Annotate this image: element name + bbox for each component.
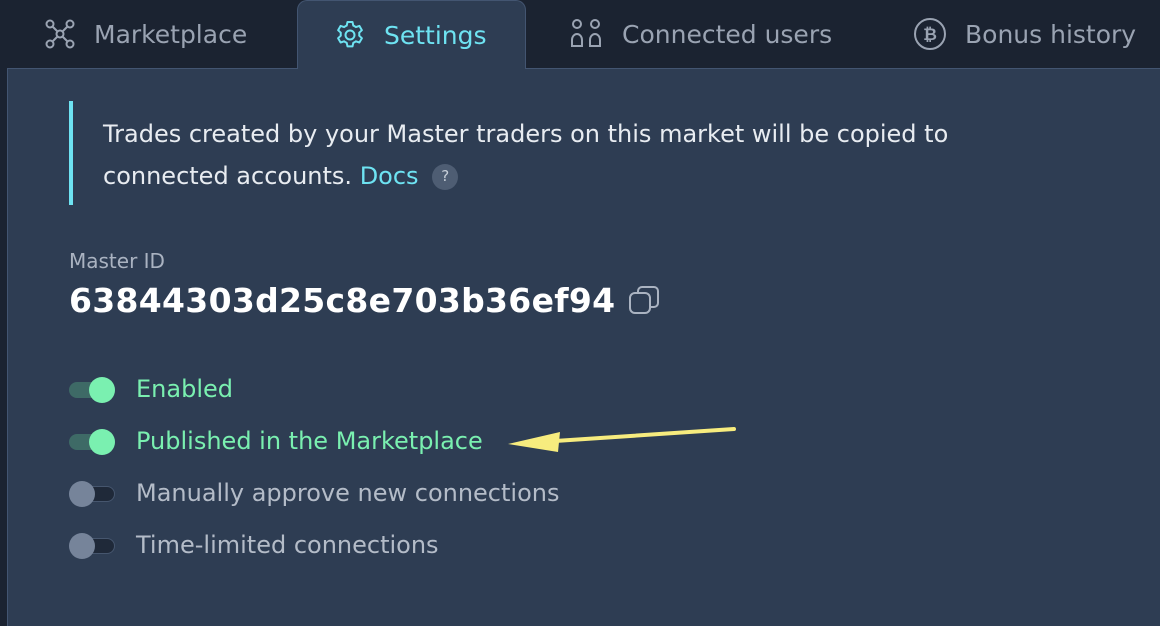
toggle-knob xyxy=(69,481,95,507)
master-id-row: 63844303d25c8e703b36ef94 xyxy=(69,281,661,320)
tab-label: Marketplace xyxy=(94,19,248,49)
toggle-row-published: Published in the Marketplace xyxy=(69,427,483,455)
enabled-toggle[interactable] xyxy=(69,377,115,403)
tab-settings[interactable]: Settings xyxy=(297,0,526,69)
toggle-label: Enabled xyxy=(136,375,233,403)
copy-icon[interactable] xyxy=(627,284,661,318)
gear-icon xyxy=(334,19,366,51)
published-toggle[interactable] xyxy=(69,429,115,455)
tab-bar: Marketplace Settings Connected users ₿ B… xyxy=(0,0,1160,69)
info-notice: Trades created by your Master traders on… xyxy=(69,101,1009,205)
help-icon[interactable]: ? xyxy=(432,163,459,190)
tab-bonus-history[interactable]: ₿ Bonus history xyxy=(913,0,1136,68)
toggle-row-time-limited: Time-limited connections xyxy=(69,531,439,559)
tab-label: Connected users xyxy=(622,19,833,49)
tab-marketplace[interactable]: Marketplace xyxy=(44,0,247,68)
toggle-row-manual-approve: Manually approve new connections xyxy=(69,479,559,507)
toggle-knob xyxy=(69,533,95,559)
toggle-label: Manually approve new connections xyxy=(136,479,560,507)
toggle-label: Published in the Marketplace xyxy=(136,427,483,455)
annotation-arrow-icon xyxy=(508,427,736,452)
svg-text:₿: ₿ xyxy=(923,25,937,45)
docs-link[interactable]: Docs xyxy=(360,162,419,190)
toggle-knob xyxy=(89,377,115,403)
tab-label: Bonus history xyxy=(965,19,1137,49)
master-id-label: Master ID xyxy=(69,249,165,273)
master-id-value: 63844303d25c8e703b36ef94 xyxy=(69,281,616,320)
tab-connected-users[interactable]: Connected users xyxy=(568,0,832,68)
toggle-knob xyxy=(89,429,115,455)
tab-label: Settings xyxy=(384,20,487,50)
network-icon xyxy=(44,18,76,50)
manual-approve-toggle[interactable] xyxy=(69,481,115,507)
toggle-label: Time-limited connections xyxy=(136,531,439,559)
settings-panel: Trades created by your Master traders on… xyxy=(7,68,1160,626)
toggle-row-enabled: Enabled xyxy=(69,375,233,403)
notice-text: Trades created by your Master traders on… xyxy=(103,120,949,190)
time-limited-toggle[interactable] xyxy=(69,533,115,559)
users-icon xyxy=(568,18,604,50)
bitcoin-icon: ₿ xyxy=(913,17,947,51)
